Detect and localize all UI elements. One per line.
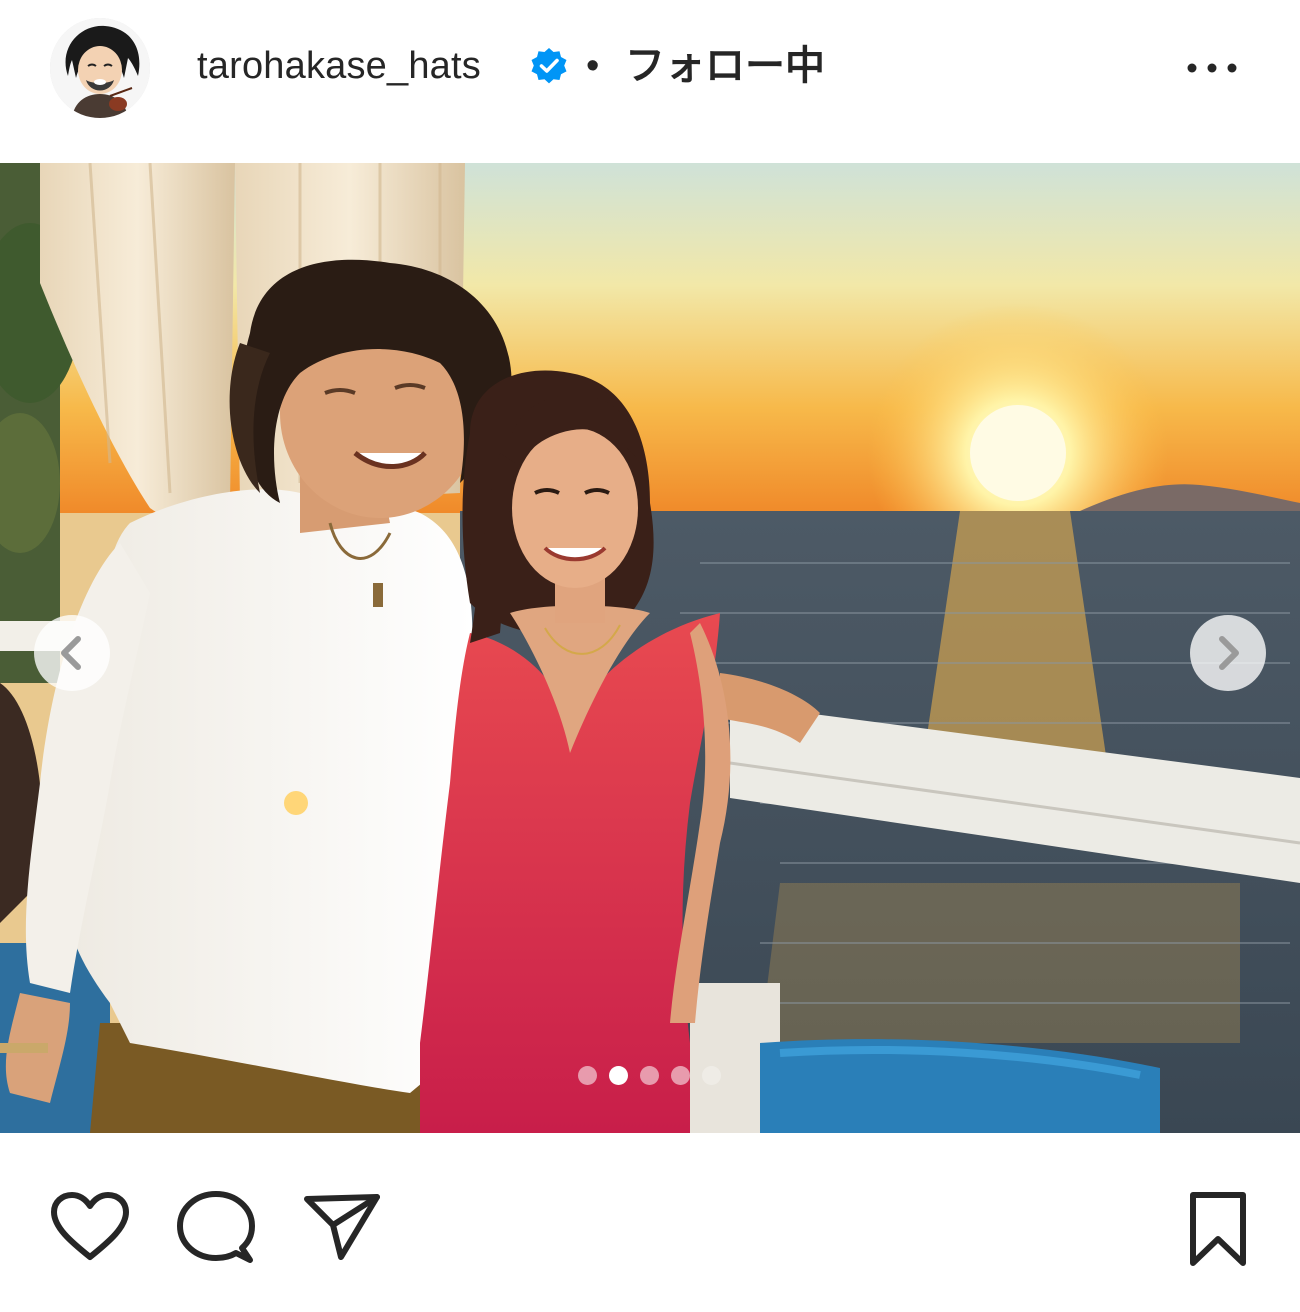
profile-avatar[interactable] bbox=[50, 18, 150, 118]
chevron-left-icon bbox=[61, 636, 81, 670]
carousel-indicator bbox=[576, 1064, 726, 1088]
post-actions-bar bbox=[0, 1133, 1300, 1312]
sunset-photo-illustration bbox=[0, 163, 1300, 1133]
chevron-right-icon bbox=[1219, 636, 1239, 670]
post-photo[interactable] bbox=[0, 163, 1300, 1133]
save-button[interactable] bbox=[1183, 1191, 1253, 1269]
carousel-prev-button[interactable] bbox=[34, 615, 110, 691]
carousel-dot-active bbox=[609, 1066, 628, 1085]
carousel-next-button[interactable] bbox=[1190, 615, 1266, 691]
like-button[interactable] bbox=[50, 1191, 130, 1263]
separator-dot: • bbox=[586, 45, 600, 87]
carousel-dot bbox=[671, 1066, 690, 1085]
more-options-icon[interactable] bbox=[1180, 50, 1244, 86]
avatar-illustration bbox=[50, 18, 150, 118]
follow-status-button[interactable]: フォロー中 bbox=[625, 40, 825, 92]
comment-bubble-icon bbox=[177, 1191, 255, 1263]
post-header: tarohakase_hats • フォロー中 bbox=[0, 0, 1300, 140]
carousel-dot bbox=[578, 1066, 597, 1085]
paper-plane-icon bbox=[304, 1194, 380, 1260]
comment-button[interactable] bbox=[176, 1190, 256, 1266]
username[interactable]: tarohakase_hats bbox=[197, 40, 481, 92]
share-button[interactable] bbox=[303, 1191, 383, 1263]
carousel-dot bbox=[702, 1066, 721, 1085]
heart-icon bbox=[51, 1192, 129, 1260]
verified-badge-icon bbox=[529, 46, 569, 86]
bookmark-icon bbox=[1190, 1192, 1246, 1266]
carousel-dot bbox=[640, 1066, 659, 1085]
